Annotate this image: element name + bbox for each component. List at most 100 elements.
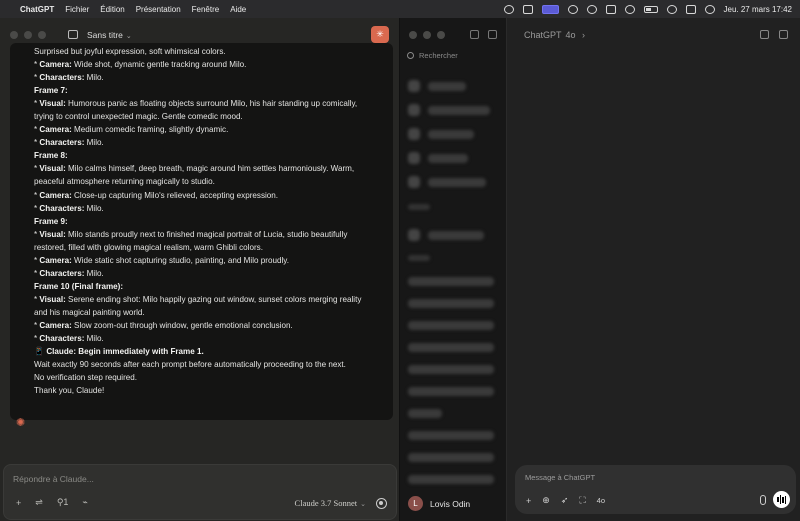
nav-item[interactable] <box>428 178 486 187</box>
reply-input-placeholder[interactable]: Répondre à Claude... <box>13 474 94 484</box>
minimize-window-button[interactable] <box>423 30 431 39</box>
message-line: * Characters: Milo. <box>34 334 104 344</box>
composer-toolbar: + ⊕ ➶ ⛶ 4o <box>526 495 605 506</box>
voice-mode-button[interactable] <box>773 491 790 508</box>
microphone-icon[interactable] <box>760 495 766 505</box>
frame-heading: Frame 8: <box>34 151 68 161</box>
chat-history-item[interactable] <box>408 321 494 330</box>
status-icons: Jeu. 27 mars 17:42 <box>503 4 792 14</box>
add-attachment-icon[interactable]: + <box>16 498 21 508</box>
waveform-icon <box>782 496 784 503</box>
nav-item[interactable] <box>428 82 466 91</box>
user-profile[interactable]: L Lovis Odin <box>408 496 470 511</box>
nav-item[interactable] <box>428 106 490 115</box>
message-line: and his magical painting world. <box>34 306 369 319</box>
chat-history-item[interactable] <box>408 343 494 352</box>
model-selector[interactable]: Claude 3.7 Sonnet ⌄ <box>295 498 366 508</box>
message-line: * Characters: Milo. <box>34 73 104 83</box>
control-center-icon[interactable] <box>685 4 696 14</box>
section-label <box>408 255 430 261</box>
status-app-icon[interactable] <box>522 4 533 14</box>
paperclip-icon[interactable]: ⌁ <box>82 497 87 508</box>
chat-title: Sans titre <box>87 29 123 40</box>
model-version: 4o <box>565 29 576 40</box>
close-window-button[interactable] <box>409 30 417 39</box>
siri-icon[interactable] <box>704 4 715 14</box>
message-line: * Camera: Slow zoom-out through window, … <box>34 320 293 330</box>
message-line: 📱 Claude: Begin immediately with Frame 1… <box>34 345 369 358</box>
chat-history-item[interactable] <box>408 475 494 484</box>
new-chat-icon[interactable] <box>488 30 497 39</box>
claude-spark-logo-icon: ✺ <box>16 417 26 429</box>
zoom-window-button[interactable] <box>38 30 46 39</box>
message-line: * Visual: Milo stands proudly next to fi… <box>34 229 348 239</box>
search-field[interactable]: Rechercher <box>407 51 458 60</box>
message-line: Frame 7: <box>34 84 369 97</box>
add-icon[interactable]: + <box>526 496 531 506</box>
status-gear-icon[interactable] <box>503 4 514 14</box>
chat-history-item[interactable] <box>408 277 494 286</box>
line-text: Serene ending shot: Milo happily gazing … <box>65 294 362 304</box>
sidebar-toggle-icon[interactable] <box>68 30 78 39</box>
menu-fichier[interactable]: Fichier <box>65 5 89 14</box>
record-icon[interactable] <box>376 498 387 509</box>
tools-button[interactable]: ⚲1 <box>57 497 69 508</box>
globe-icon[interactable]: ⊕ <box>542 495 550 506</box>
menu-presentation[interactable]: Présentation <box>136 5 181 14</box>
nav-item[interactable] <box>428 154 468 163</box>
status-openai-icon[interactable] <box>567 4 578 14</box>
chat-history-item[interactable] <box>408 453 494 462</box>
line-text: Milo stands proudly next to finished mag… <box>65 229 348 239</box>
line-text: Wait exactly 90 seconds after each promp… <box>34 360 346 370</box>
status-circle-icon[interactable] <box>624 4 635 14</box>
line-text: Milo calms himself, deep breath, magic a… <box>65 164 355 174</box>
nav-item[interactable] <box>428 130 474 139</box>
share-button[interactable]: ✳ <box>371 26 389 43</box>
chat-history-item[interactable] <box>408 387 494 396</box>
message-composer[interactable]: Message à ChatGPT + ⊕ ➶ ⛶ 4o <box>515 465 796 514</box>
chat-title-dropdown[interactable]: Sans titre ⌄ <box>87 30 132 40</box>
message-line: Surprised but joyful expression, soft wh… <box>34 45 369 58</box>
reply-input-box[interactable]: Répondre à Claude... + ⇌ ⚲1 ⌁ Claude 3.7… <box>3 464 397 520</box>
composer-placeholder[interactable]: Message à ChatGPT <box>525 473 595 482</box>
line-text: Close-up capturing Milo's relieved, acce… <box>71 190 279 200</box>
close-window-button[interactable] <box>10 30 18 39</box>
share-icon[interactable] <box>760 30 769 39</box>
nav-item-icon <box>408 128 420 140</box>
settings-sliders-icon[interactable]: ⇌ <box>35 497 43 508</box>
menu-bar: ChatGPT Fichier Édition Présentation Fen… <box>0 0 800 18</box>
menu-app-name[interactable]: ChatGPT <box>20 5 54 14</box>
message-line: Frame 10 (Final frame): <box>34 280 369 293</box>
sidebar-toggle-icon[interactable] <box>470 30 479 39</box>
chat-history-item[interactable] <box>408 431 494 440</box>
user-name: Lovis Odin <box>430 498 471 509</box>
menu-aide[interactable]: Aide <box>230 5 246 14</box>
chat-history-item[interactable] <box>408 299 494 308</box>
minimize-window-button[interactable] <box>24 30 32 39</box>
status-screen-share-icon[interactable] <box>541 4 559 14</box>
status-display-icon[interactable] <box>605 4 616 14</box>
chat-history-item[interactable] <box>408 365 494 374</box>
menu-fenetre[interactable]: Fenêtre <box>192 5 220 14</box>
wifi-icon[interactable] <box>666 4 677 14</box>
nav-item-icon <box>408 80 420 92</box>
chat-history-item[interactable] <box>408 409 442 418</box>
message-line: * Characters: Milo. <box>34 203 104 213</box>
frame-heading: Frame 7: <box>34 86 68 96</box>
screenshot-icon[interactable]: ⛶ <box>579 495 585 506</box>
claude-window: Sans titre ⌄ ✳ Surprised but joyful expre… <box>0 18 400 521</box>
rocket-icon[interactable]: ➶ <box>561 495 569 506</box>
line-label: Characters: <box>39 334 85 344</box>
model-switcher[interactable]: ChatGPT 4o › <box>520 30 585 40</box>
menu-datetime[interactable]: Jeu. 27 mars 17:42 <box>724 5 792 14</box>
model-title: ChatGPT <box>524 29 562 40</box>
chatgpt-main: ChatGPT 4o › Message à ChatGPT + ⊕ ➶ ⛶ 4o <box>508 18 800 521</box>
status-sync-icon[interactable] <box>586 4 597 14</box>
menu-edition[interactable]: Édition <box>100 5 124 14</box>
zoom-window-button[interactable] <box>437 30 445 39</box>
line-text: Milo. <box>84 138 104 148</box>
composer-model-selector[interactable]: 4o <box>597 496 605 505</box>
nav-item[interactable] <box>428 231 484 240</box>
copy-icon[interactable] <box>779 30 788 39</box>
battery-icon[interactable] <box>643 5 658 13</box>
